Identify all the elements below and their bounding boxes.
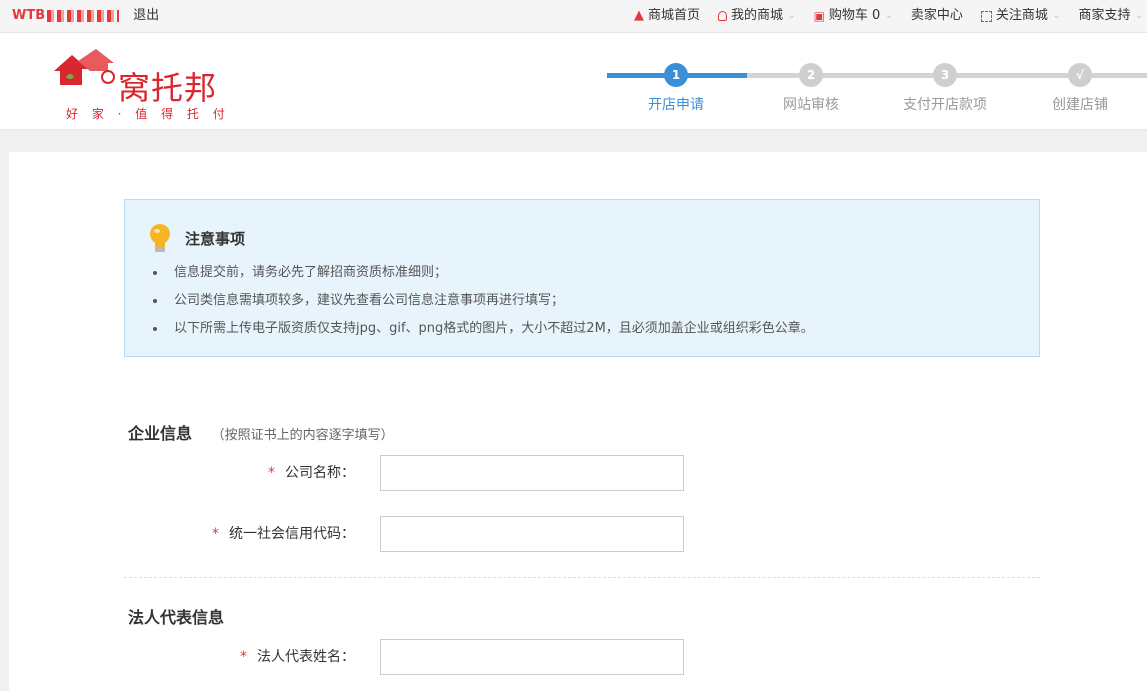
step-1-circle: 1 [664,63,688,87]
notice-item: 信息提交前，请务必先了解招商资质标准细则； [153,260,814,288]
cart-label: 购物车 0 [828,8,881,23]
notice-box: 注意事项 信息提交前，请务必先了解招商资质标准细则； 公司类信息需填项较多，建议… [124,199,1040,357]
legal-name-row: * 法人代表姓名： [9,639,709,677]
company-section-hint: （按照证书上的内容逐字填写） [211,428,394,443]
company-name-label: * 公司名称： [268,455,355,491]
legal-name-label: * 法人代表姓名： [240,639,355,675]
top-bar: WTB 退出 ▲ 商城首页 我的商城 ⌄ ▣ 购物车 0 ⌄ 卖家中心 关注商城… [0,0,1147,33]
credit-code-label: * 统一社会信用代码： [212,516,355,552]
step-3-circle: 3 [933,63,957,87]
cart-menu[interactable]: ▣ 购物车 0 ⌄ [805,0,902,32]
step-2-circle: 2 [799,63,823,87]
company-section-title: 企业信息 （按照证书上的内容逐字填写） [128,420,394,444]
my-mall-label: 我的商城 [731,8,784,23]
chevron-down-icon: ⌄ [885,11,893,21]
logo-slogan: 好 家 · 值 得 托 付 [66,107,230,121]
follow-mall-label: 关注商城 [995,8,1048,23]
home-icon: ▲ [633,8,644,23]
mall-home-label: 商城首页 [647,8,700,23]
user-name[interactable]: WTB [12,0,45,32]
company-name-label-text: 公司名称： [285,465,355,481]
chevron-down-icon: ⌄ [788,11,796,21]
chevron-down-icon: ⌄ [1052,11,1061,21]
seller-center-link[interactable]: 卖家中心 [902,0,972,32]
company-section-heading: 企业信息 [128,424,193,443]
credit-code-label-text: 统一社会信用代码： [229,526,355,542]
logout-link[interactable]: 退出 [133,0,159,32]
logo-house-icon [54,49,115,85]
step-3-label: 支付开店款项 [903,97,987,113]
required-mark: * [240,649,247,665]
notice-list: 信息提交前，请务必先了解招商资质标准细则； 公司类信息需填项较多，建议先查看公司… [153,260,814,344]
user-icon [718,11,727,21]
legal-name-input[interactable] [380,639,684,675]
step-4-label: 创建店铺 [1052,97,1108,113]
required-mark: * [268,465,275,481]
logo-name: 窝托邦 [118,69,218,107]
legal-name-label-text: 法人代表姓名： [257,649,355,665]
mall-home-link[interactable]: ▲ 商城首页 [625,0,709,32]
notice-item: 公司类信息需填项较多，建议先查看公司信息注意事项再进行填写； [153,288,814,316]
company-name-row: * 公司名称： [9,455,709,493]
step-4-circle: √ [1068,63,1092,87]
step-2-label: 网站审核 [783,97,839,113]
notice-title: 注意事项 [185,230,246,248]
cart-icon: ▣ [813,9,825,23]
company-name-input[interactable] [380,455,684,491]
progress-steps: 1 开店申请 2 网站审核 3 支付开店款项 √ 创建店铺 [607,63,1147,123]
legal-section-title: 法人代表信息 [128,608,225,627]
step-1-label: 开店申请 [648,97,704,113]
credit-code-row: * 统一社会信用代码： [9,516,709,554]
credit-code-input[interactable] [380,516,684,552]
site-logo[interactable]: 窝托邦 好 家 · 值 得 托 付 [48,43,238,121]
main-content: 注意事项 信息提交前，请务必先了解招商资质标准细则； 公司类信息需填项较多，建议… [9,152,1147,691]
section-divider [124,577,1040,578]
my-mall-menu[interactable]: 我的商城 ⌄ [709,0,805,32]
follow-mall-menu[interactable]: 关注商城 ⌄ [972,0,1070,32]
follow-icon [980,10,992,22]
required-mark: * [212,526,219,542]
site-header: 窝托邦 好 家 · 值 得 托 付 1 开店申请 2 网站审核 3 支付开店款项… [0,33,1147,130]
chevron-down-icon: ⌄ [1135,11,1143,21]
masked-username [47,10,120,22]
notice-item: 以下所需上传电子版资质仅支持jpg、gif、png格式的图片，大小不超过2M，且… [153,316,814,344]
seller-center-label: 卖家中心 [910,8,963,23]
merchant-support-label: 商家支持 [1078,8,1131,23]
merchant-support-menu[interactable]: 商家支持 ⌄ [1069,0,1147,32]
lightbulb-icon [150,224,170,252]
